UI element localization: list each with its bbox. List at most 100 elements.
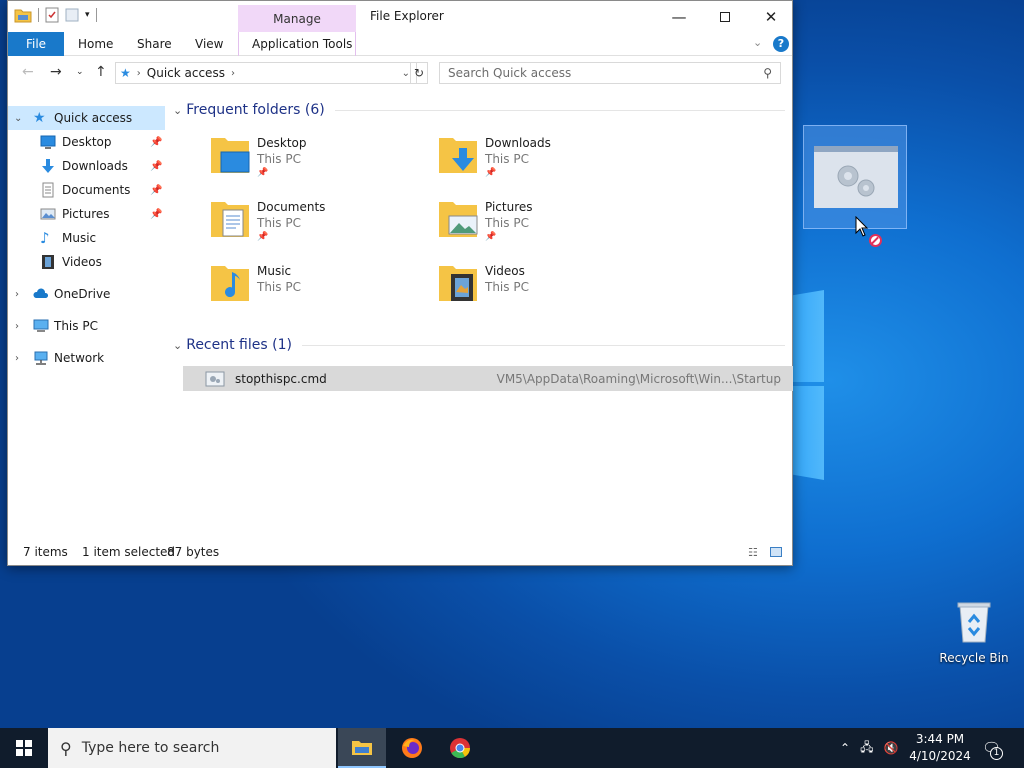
large-icons-view-icon[interactable]	[770, 547, 782, 557]
network-status-icon[interactable]: 🖧	[860, 738, 873, 759]
volume-muted-icon[interactable]: 🔇	[883, 741, 898, 755]
pin-icon[interactable]: 📌	[150, 161, 162, 172]
file-explorer-window: ▾ Manage File Explorer — ✕ File Home Sha…	[7, 0, 793, 566]
nav-item-quick-access[interactable]: ⌄ ★ Quick access	[8, 106, 165, 130]
pictures-icon	[40, 208, 56, 220]
new-folder-icon[interactable]	[65, 7, 79, 23]
folder-app-icon	[14, 9, 32, 23]
no-drop-icon	[869, 234, 882, 247]
nav-label: Downloads	[62, 159, 128, 173]
chevron-right-icon[interactable]: ›	[15, 289, 19, 300]
folder-tile-downloads[interactable]: Downloads This PC 📌	[437, 134, 647, 190]
tab-home[interactable]: Home	[70, 32, 121, 56]
videos-icon	[42, 255, 54, 269]
refresh-button[interactable]: ↻	[410, 62, 428, 84]
breadcrumb-chevron-icon[interactable]: ›	[231, 68, 235, 79]
music-folder-icon	[211, 266, 249, 301]
folder-tile-music[interactable]: Music This PC	[209, 262, 419, 318]
help-icon[interactable]: ?	[773, 36, 789, 52]
star-icon: ★	[33, 110, 46, 126]
folder-name: Documents	[257, 200, 326, 214]
folder-name: Downloads	[485, 136, 551, 150]
folder-tile-desktop[interactable]: Desktop This PC 📌	[209, 134, 419, 190]
divider	[301, 344, 785, 346]
recycle-bin-shortcut[interactable]: Recycle Bin	[938, 600, 1010, 665]
pin-icon[interactable]: 📌	[150, 185, 162, 196]
chevron-down-icon[interactable]: ⌄	[173, 339, 182, 352]
chevron-down-icon[interactable]: ⌄	[14, 113, 22, 124]
mouse-cursor-icon	[855, 216, 869, 237]
recent-file-name: stopthispc.cmd	[235, 371, 327, 386]
tab-file[interactable]: File	[8, 32, 64, 56]
recent-locations-button[interactable]: ⌄	[76, 67, 84, 77]
folder-tile-videos[interactable]: Videos This PC	[437, 262, 647, 318]
breadcrumb-quick-access[interactable]: Quick access	[147, 66, 225, 80]
nav-item-downloads[interactable]: Downloads 📌	[8, 154, 165, 178]
folder-tile-documents[interactable]: Documents This PC 📌	[209, 198, 419, 254]
drag-preview	[803, 125, 907, 229]
properties-icon[interactable]	[45, 7, 59, 23]
search-input[interactable]: Search Quick access ⚲	[439, 62, 781, 84]
status-item-count: 7 items	[23, 545, 68, 559]
nav-label: Quick access	[54, 111, 133, 125]
back-button[interactable]: ←	[22, 64, 34, 80]
status-selected: 1 item selected	[82, 545, 176, 559]
pin-icon: 📌	[485, 168, 497, 178]
close-button[interactable]: ✕	[748, 1, 794, 32]
forward-button[interactable]: →	[50, 64, 62, 80]
folder-location: This PC	[257, 216, 301, 230]
downloads-folder-icon	[439, 138, 477, 173]
recent-file-row[interactable]: stopthispc.cmd VM5\AppData\Roaming\Micro…	[183, 366, 793, 391]
recent-file-path: VM5\AppData\Roaming\Microsoft\Win...\Sta…	[496, 371, 781, 386]
up-button[interactable]: ↑	[95, 64, 107, 80]
windows-start-icon	[16, 740, 32, 756]
address-box[interactable]: ★ › Quick access › ⌄	[115, 62, 417, 84]
address-dropdown-icon[interactable]: ⌄	[402, 68, 410, 79]
maximize-icon	[720, 11, 730, 22]
chevron-up-icon[interactable]: ⌃	[840, 741, 850, 755]
frequent-folders-header[interactable]: ⌄ Frequent folders (6)	[173, 102, 785, 118]
pin-icon[interactable]: 📌	[150, 137, 162, 148]
taskbar-chrome[interactable]	[436, 728, 484, 768]
nav-item-videos[interactable]: Videos	[8, 250, 165, 274]
folder-tile-pictures[interactable]: Pictures This PC 📌	[437, 198, 647, 254]
chevron-down-icon[interactable]: ⌄	[173, 104, 182, 117]
pin-icon: 📌	[257, 168, 269, 178]
folder-location: This PC	[485, 280, 529, 294]
nav-item-desktop[interactable]: Desktop 📌	[8, 130, 165, 154]
content-pane: ⌄ Frequent folders (6) Desktop This PC 📌…	[173, 98, 793, 538]
customize-qat-icon[interactable]: ▾	[85, 10, 90, 20]
taskbar-file-explorer[interactable]	[338, 728, 386, 768]
gears-icon	[814, 146, 898, 208]
tab-share[interactable]: Share	[129, 32, 180, 56]
taskbar-firefox[interactable]	[388, 728, 436, 768]
refresh-icon: ↻	[413, 66, 425, 80]
recent-files-header[interactable]: ⌄ Recent files (1)	[173, 337, 785, 353]
tab-application-tools[interactable]: Application Tools	[244, 32, 360, 56]
nav-item-onedrive[interactable]: › OneDrive	[8, 282, 165, 306]
nav-item-network[interactable]: › Network	[8, 346, 165, 370]
expand-ribbon-icon[interactable]: ⌄	[753, 36, 762, 49]
folder-location: This PC	[485, 216, 529, 230]
tab-view[interactable]: View	[187, 32, 231, 56]
search-icon: ⚲	[60, 738, 72, 758]
maximize-button[interactable]	[702, 1, 748, 32]
notification-badge: 1	[990, 747, 1003, 760]
nav-item-pictures[interactable]: Pictures 📌	[8, 202, 165, 226]
notification-center-button[interactable]: 🗨1	[982, 728, 1003, 768]
details-view-icon[interactable]: ☷	[748, 546, 758, 559]
videos-folder-icon	[439, 266, 477, 301]
minimize-button[interactable]: —	[656, 1, 702, 32]
nav-label: Documents	[62, 183, 131, 197]
clock[interactable]: 3:44 PM 4/10/2024	[904, 731, 976, 765]
start-button[interactable]	[0, 728, 48, 768]
chevron-right-icon[interactable]: ›	[15, 353, 19, 364]
chevron-right-icon[interactable]: ›	[15, 321, 19, 332]
nav-item-documents[interactable]: Documents 📌	[8, 178, 165, 202]
manage-context-tab[interactable]: Manage	[238, 5, 356, 32]
computer-icon	[33, 319, 49, 332]
pin-icon[interactable]: 📌	[150, 209, 162, 220]
taskbar-search-input[interactable]: ⚲ Type here to search	[48, 728, 336, 768]
nav-item-this-pc[interactable]: › This PC	[8, 314, 165, 338]
nav-item-music[interactable]: ♪ Music	[8, 226, 165, 250]
